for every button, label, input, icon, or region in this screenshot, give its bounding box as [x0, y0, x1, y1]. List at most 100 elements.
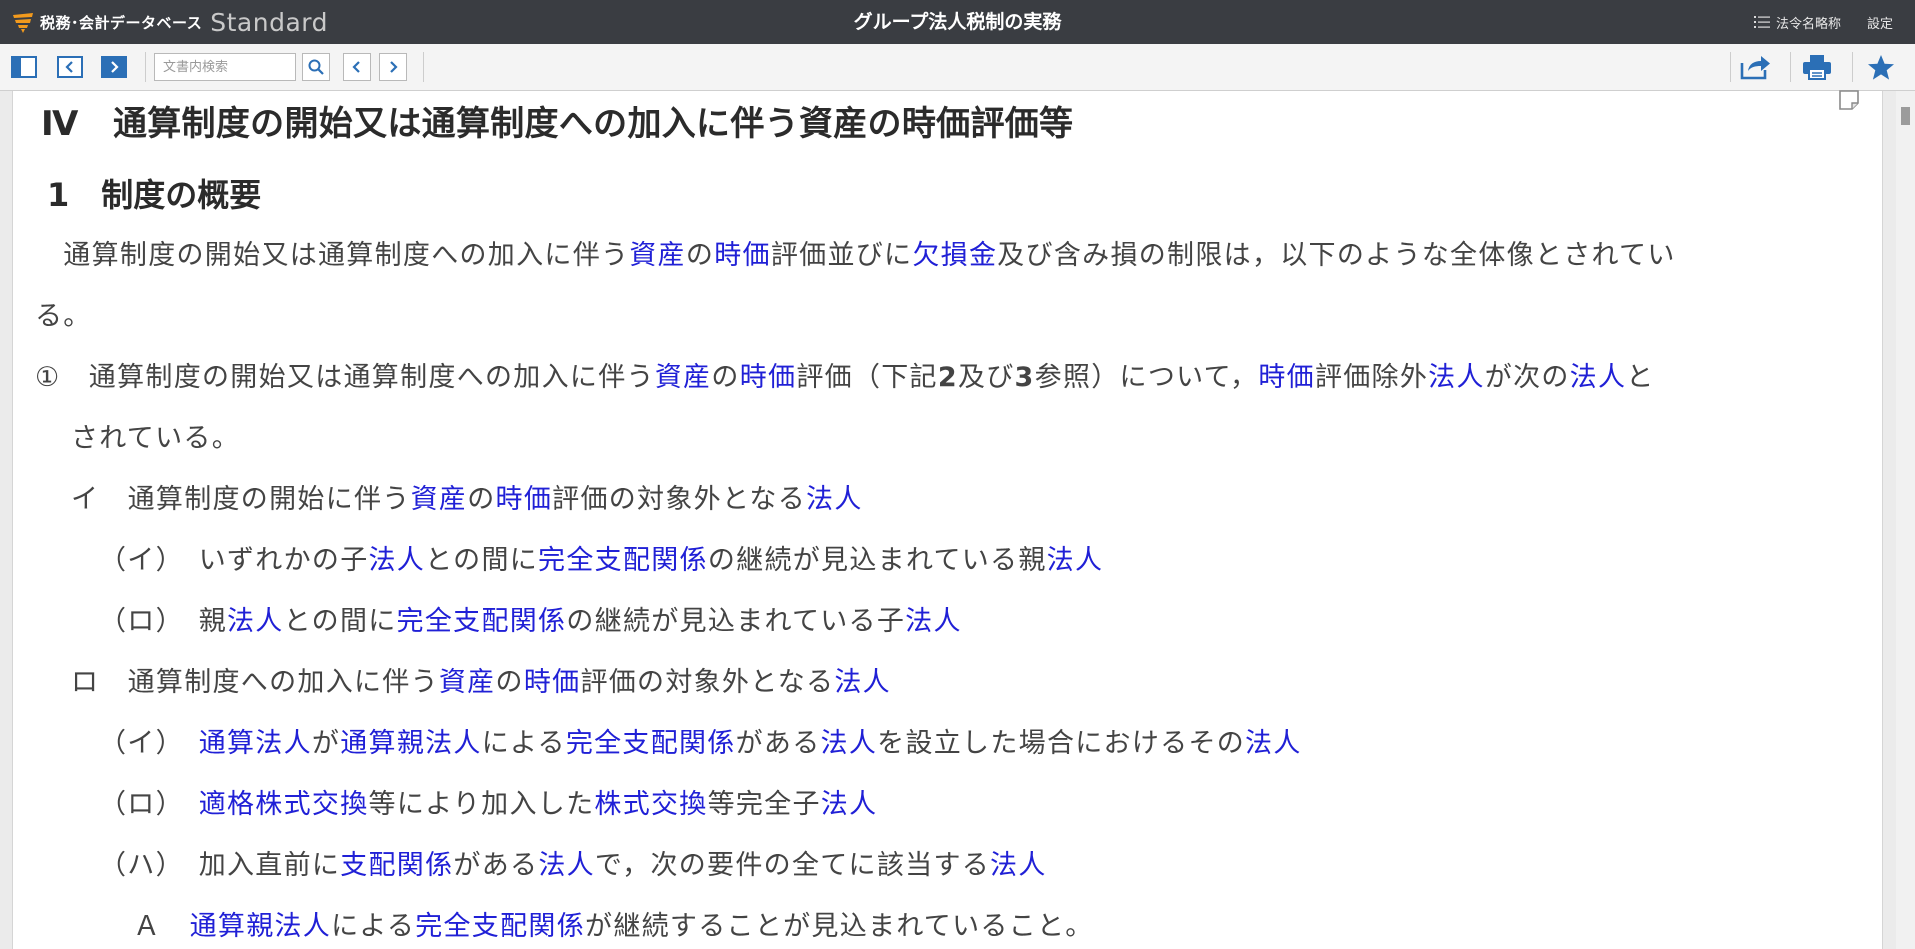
term-link[interactable]: 資産 — [411, 484, 468, 515]
text-segment: がある — [735, 728, 821, 759]
term-link[interactable]: 法人 — [369, 545, 426, 576]
term-link[interactable]: 時価 — [496, 484, 553, 515]
term-link[interactable]: 法人 — [538, 850, 595, 881]
paragraph-line: ロ 通算制度への加入に伴う資産の時価評価の対象外となる法人 — [71, 660, 891, 699]
star-icon — [1868, 54, 1894, 80]
term-link[interactable]: 完全支配関係 — [397, 606, 567, 637]
term-link[interactable]: 法人 — [821, 728, 878, 759]
term-link[interactable]: 法人 — [227, 606, 284, 637]
paragraph-line: されている。 — [71, 416, 240, 455]
text-segment: 及び — [957, 362, 1015, 393]
term-link[interactable]: 法人 — [905, 606, 962, 637]
text-segment: 2 — [937, 362, 958, 393]
text-segment: で，次の要件の全てに該当する — [594, 850, 991, 881]
text-segment: の — [711, 362, 740, 393]
term-link[interactable]: 資産 — [439, 667, 496, 698]
expand-right-button[interactable] — [100, 53, 128, 81]
text-segment: が次の — [1484, 362, 1570, 393]
brand-name: 税務･会計データベース — [40, 13, 203, 32]
text-segment: が — [311, 728, 341, 759]
edition-name: Standard — [210, 7, 328, 37]
chevron-right-icon — [390, 61, 398, 73]
next-hit-button[interactable] — [379, 53, 407, 81]
text-segment: 評価の対象外となる — [552, 484, 807, 515]
toolbar-divider — [1790, 52, 1791, 82]
term-link[interactable]: 通算親法人 — [340, 728, 482, 759]
share-icon — [1740, 56, 1770, 80]
text-segment: 等により加入した — [368, 789, 595, 820]
term-link[interactable]: 法人 — [990, 850, 1047, 881]
chevron-left-icon — [352, 61, 360, 73]
term-link[interactable]: 法人 — [806, 484, 863, 515]
paragraph-line: ① 通算制度の開始又は通算制度への加入に伴う資産の時価評価（下記2及び3参照）に… — [35, 355, 1655, 394]
text-segment: の継続が見込まれている子 — [566, 606, 906, 637]
paragraph-line: （イ） いずれかの子法人との間に完全支配関係の継続が見込まれている親法人 — [99, 538, 1103, 577]
text-segment: による — [481, 728, 566, 759]
app-header: 税務･会計データベース Standard グループ法人税制の実務 法令名略称 設… — [0, 0, 1915, 44]
prev-hit-button[interactable] — [343, 53, 371, 81]
toolbar-divider — [1852, 52, 1853, 82]
term-link[interactable]: 完全支配関係 — [538, 545, 708, 576]
text-segment: 参照）について， — [1034, 362, 1259, 393]
term-link[interactable]: 適格株式交換 — [199, 789, 369, 820]
term-link[interactable]: 通算親法人 — [190, 911, 332, 942]
term-link[interactable]: 支配関係 — [340, 850, 453, 881]
text-segment: 及び含み損の制限は，以下のような全体像とされてい — [997, 240, 1676, 271]
subsection-heading: 1 制度の概要 — [47, 176, 262, 214]
term-link[interactable]: 法人 — [821, 789, 878, 820]
term-link[interactable]: 株式交換 — [594, 789, 707, 820]
term-link[interactable]: 法人 — [1047, 545, 1104, 576]
term-link[interactable]: 完全支配関係 — [415, 911, 585, 942]
paragraph-line: イ 通算制度の開始に伴う資産の時価評価の対象外となる法人 — [71, 477, 863, 516]
bookmark-button[interactable] — [1864, 53, 1898, 81]
term-link[interactable]: 法人 — [1428, 362, 1485, 393]
term-link[interactable]: 資産 — [655, 362, 712, 393]
term-link[interactable]: 法人 — [1570, 362, 1627, 393]
app-logo[interactable]: 税務･会計データベース Standard — [12, 7, 328, 37]
vertical-scrollbar[interactable] — [1896, 91, 1915, 949]
text-segment: が継続することが見込まれていること。 — [585, 911, 1094, 942]
text-segment: 等完全子 — [707, 789, 821, 820]
term-link[interactable]: 資産 — [629, 240, 686, 271]
toolbar-divider — [423, 52, 424, 82]
text-segment: Ａ — [133, 911, 190, 942]
text-segment: 評価除外 — [1314, 362, 1429, 393]
paragraph-line: Ａ 通算親法人による完全支配関係が継続することが見込まれていること。 — [133, 904, 1094, 943]
document-search-input[interactable] — [154, 53, 296, 81]
term-link[interactable]: 法人 — [834, 667, 891, 698]
text-segment: イ 通算制度の開始に伴う — [71, 484, 411, 515]
law-abbrev-button[interactable]: 法令名略称 — [1753, 13, 1841, 32]
paragraph-line: る。 — [35, 294, 92, 333]
text-segment: （ロ） — [99, 789, 199, 820]
list-icon — [1753, 16, 1770, 28]
text-segment: されている。 — [71, 423, 240, 454]
term-link[interactable]: 法人 — [1245, 728, 1302, 759]
scrollbar-thumb[interactable] — [1901, 107, 1910, 125]
toggle-sidebar-button[interactable] — [10, 53, 38, 81]
text-segment: の — [467, 484, 496, 515]
term-link[interactable]: 通算法人 — [199, 728, 312, 759]
document-body: Ⅳ 通算制度の開始又は通算制度への加入に伴う資産の時価評価等 1 制度の概要 通… — [12, 91, 1883, 949]
term-link[interactable]: 時価 — [714, 240, 771, 271]
term-link[interactable]: 完全支配関係 — [566, 728, 736, 759]
text-segment: の — [495, 667, 524, 698]
collapse-left-button[interactable] — [56, 53, 84, 81]
term-link[interactable]: 欠損金 — [912, 240, 997, 271]
search-icon — [308, 59, 324, 75]
term-link[interactable]: 時価 — [1258, 362, 1315, 393]
text-segment: との間に — [425, 545, 539, 576]
text-segment: がある — [453, 850, 539, 881]
logo-mark-icon — [13, 13, 33, 33]
text-segment: （ハ） 加入直前に — [99, 850, 341, 881]
text-segment: （イ） — [99, 728, 199, 759]
search-button[interactable] — [302, 53, 330, 81]
paragraph-line: （ロ） 親法人との間に完全支配関係の継続が見込まれている子法人 — [99, 599, 962, 638]
share-button[interactable] — [1738, 53, 1772, 81]
memo-icon[interactable] — [1838, 89, 1860, 111]
print-button[interactable] — [1800, 53, 1834, 81]
term-link[interactable]: 時価 — [524, 667, 581, 698]
toolbar-divider — [145, 52, 146, 82]
term-link[interactable]: 時価 — [740, 362, 797, 393]
settings-button[interactable]: 設定 — [1867, 13, 1893, 32]
text-segment: と — [1626, 362, 1655, 393]
